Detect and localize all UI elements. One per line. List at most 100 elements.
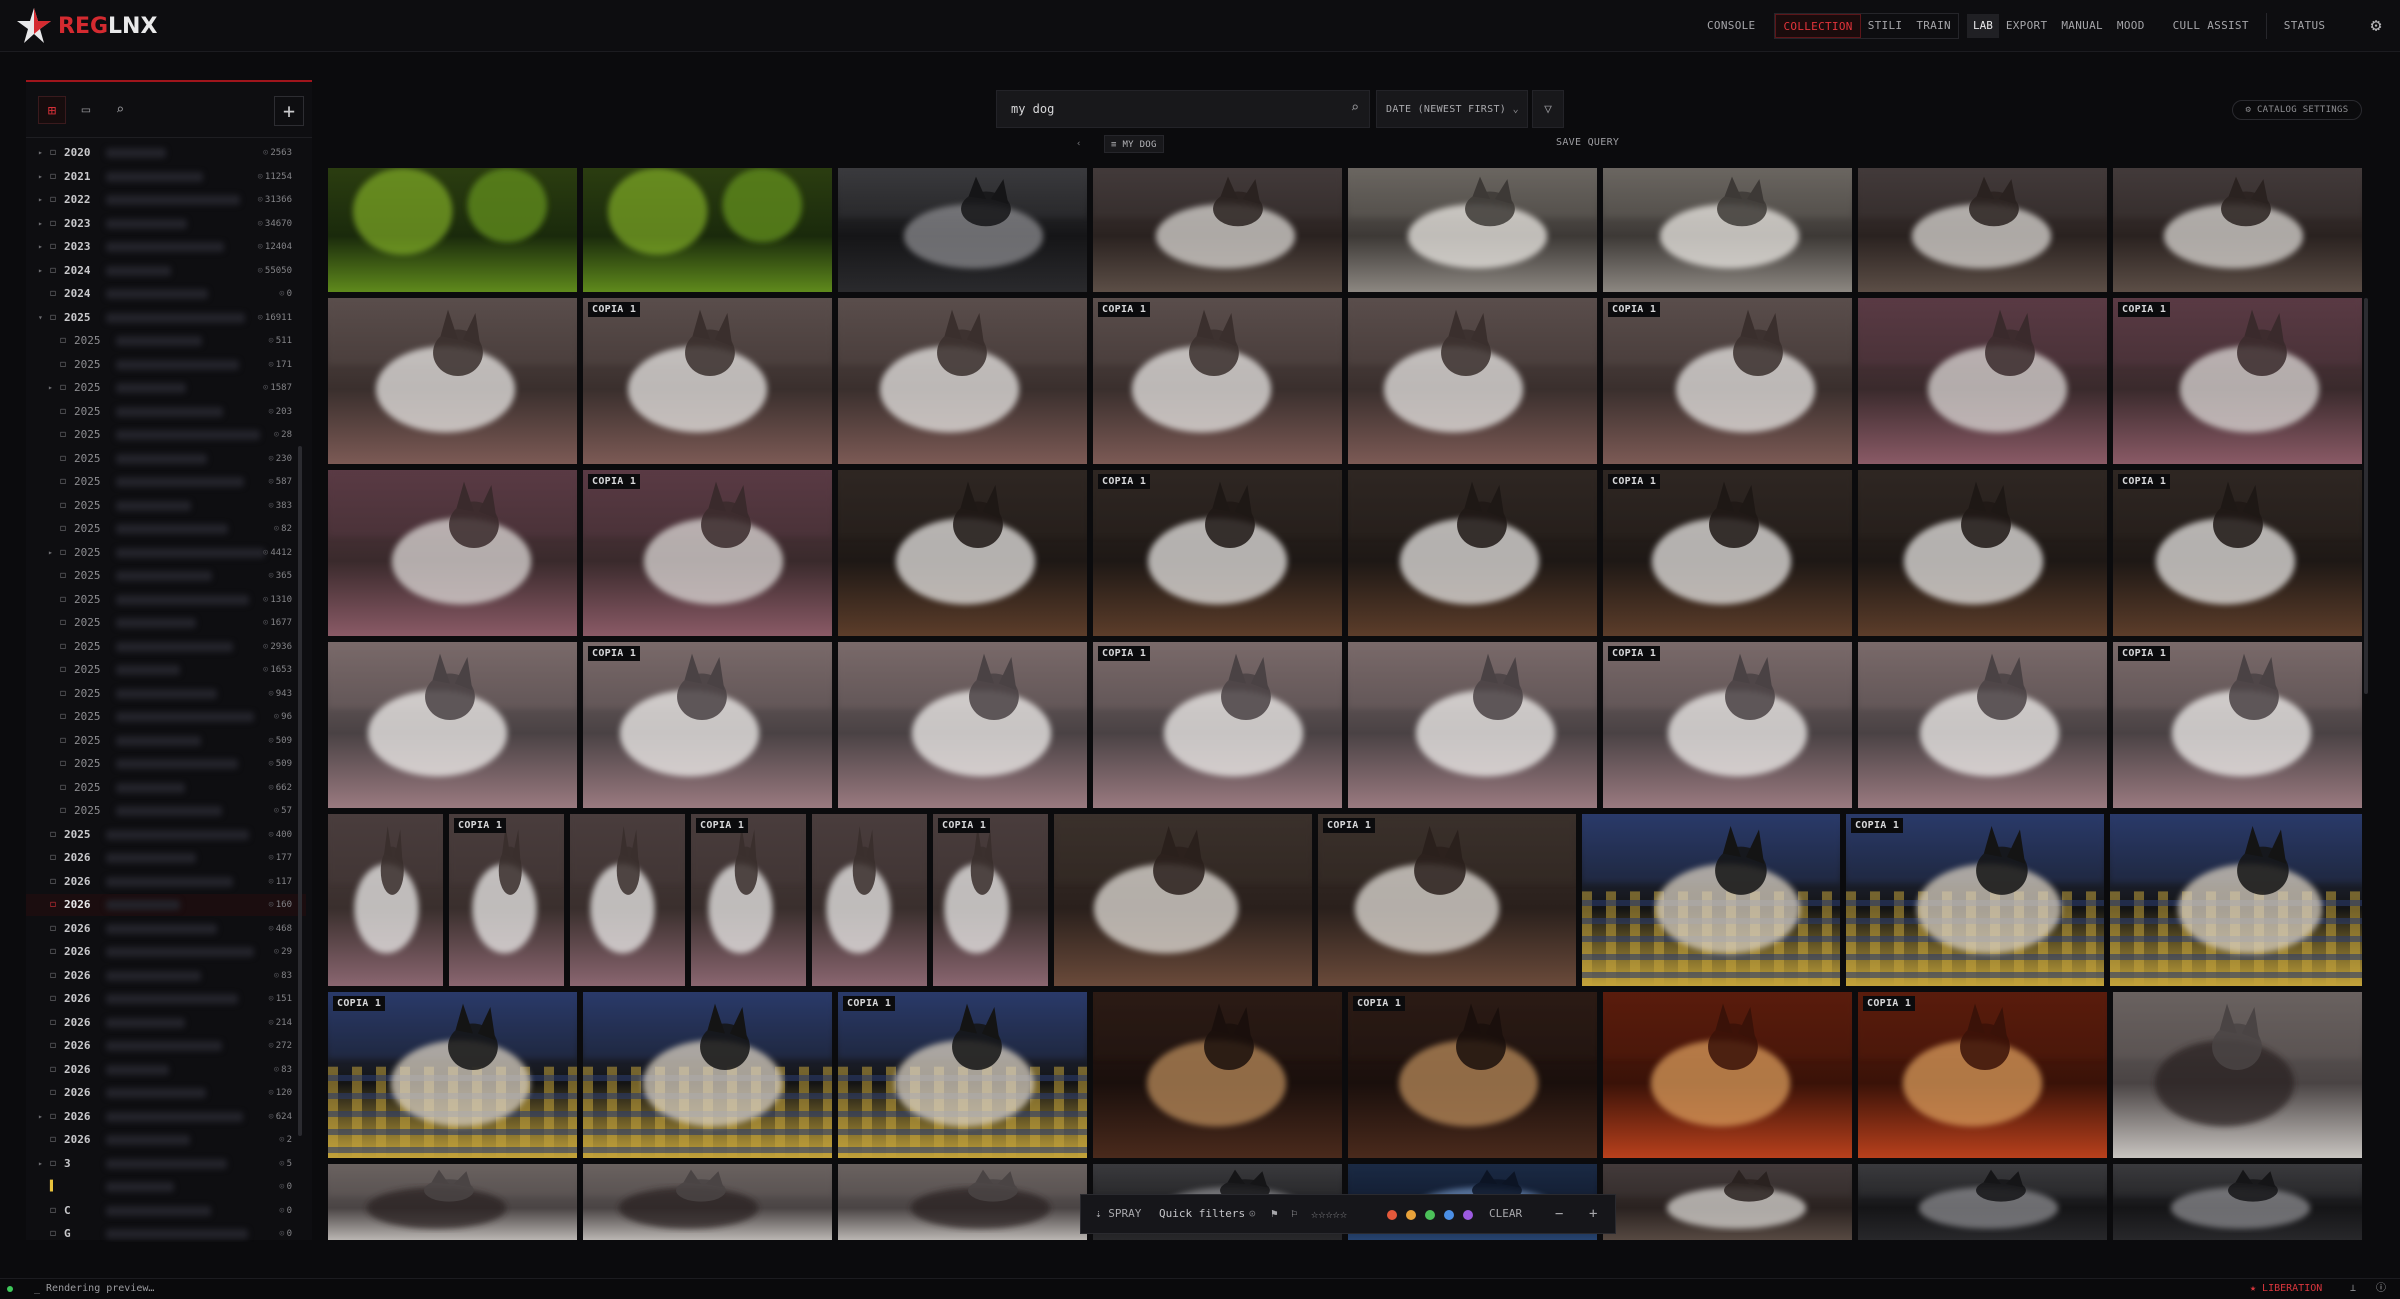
photo-thumbnail[interactable] (838, 168, 1087, 292)
photo-thumbnail[interactable]: COPIA 1 (583, 642, 832, 808)
nav-stili[interactable]: STILI (1861, 14, 1910, 38)
tree-item[interactable]: ◻ 2026 ⊙ 29 (26, 941, 306, 963)
tree-item[interactable]: ▸ ◻ 2025 ⊙ 4412 (26, 542, 306, 564)
tree-item[interactable]: ▸ ◻ 2025 ⊙ 1587 (26, 377, 306, 399)
tree-item[interactable]: ▸ ◻ 2021 ⊙ 11254 (26, 166, 306, 188)
photo-thumbnail[interactable] (328, 470, 577, 636)
tree-item[interactable]: ◻ 2025 ⊙ 383 (26, 495, 306, 517)
photo-thumbnail[interactable] (2113, 168, 2362, 292)
tree-item[interactable]: ◻ 2025 ⊙ 662 (26, 777, 306, 799)
photo-thumbnail[interactable] (328, 298, 577, 464)
photo-thumbnail[interactable] (583, 1164, 832, 1240)
tree-item[interactable]: ◻ 2025 ⊙ 171 (26, 354, 306, 376)
zoom-out-button[interactable]: − (1555, 1195, 1563, 1233)
tree-item[interactable]: ◻ 2025 ⊙ 509 (26, 753, 306, 775)
nav-manual[interactable]: MANUAL (2054, 14, 2110, 38)
tree-item[interactable]: ◻ 2025 ⊙ 82 (26, 518, 306, 540)
color-label-blue[interactable] (1444, 1210, 1454, 1220)
photo-thumbnail[interactable] (2113, 992, 2362, 1158)
nav-console[interactable]: CONSOLE (1700, 14, 1762, 38)
tree-item[interactable]: ◻ 2025 ⊙ 511 (26, 330, 306, 352)
tree-item[interactable]: ◻ 2026 ⊙ 151 (26, 988, 306, 1010)
photo-thumbnail[interactable] (1348, 470, 1597, 636)
chevron-right-icon[interactable]: ▸ (38, 260, 48, 282)
chevron-right-icon[interactable]: ▸ (38, 1153, 48, 1175)
photo-thumbnail[interactable] (1603, 168, 1852, 292)
photo-thumbnail[interactable]: COPIA 1 (583, 298, 832, 464)
tree-item[interactable]: ▸ ◻ 2023 ⊙ 34670 (26, 213, 306, 235)
photo-thumbnail[interactable]: COPIA 1 (1858, 992, 2107, 1158)
photo-thumbnail[interactable]: COPIA 1 (1093, 470, 1342, 636)
nav-collection[interactable]: COLLECTION (1775, 14, 1861, 38)
flag-icon[interactable]: ⚑ (1271, 1195, 1278, 1233)
tree-item[interactable]: ◻ 2026 ⊙ 83 (26, 965, 306, 987)
save-query-button[interactable]: SAVE QUERY (1556, 137, 1619, 148)
nav-train[interactable]: TRAIN (1909, 14, 1958, 38)
catalog-settings-button[interactable]: ⚙ CATALOG SETTINGS (2232, 100, 2362, 120)
photo-thumbnail[interactable] (1093, 168, 1342, 292)
nav-lab[interactable]: LAB (1966, 14, 1999, 38)
photo-thumbnail[interactable] (328, 1164, 577, 1240)
tree-item[interactable]: ◻ 2026 ⊙ 117 (26, 871, 306, 893)
photo-thumbnail[interactable] (838, 298, 1087, 464)
tree-item[interactable]: ▸ ◻ 2020 ⊙ 2563 (26, 142, 306, 164)
photo-thumbnail[interactable] (328, 814, 443, 986)
tree-item[interactable]: ▸ ◻ 2023 ⊙ 12404 (26, 236, 306, 258)
photo-thumbnail[interactable]: COPIA 1 (1846, 814, 2104, 986)
photo-thumbnail[interactable]: COPIA 1 (328, 992, 577, 1158)
tree-item[interactable]: ◻ 2025 ⊙ 943 (26, 683, 306, 705)
spray-button[interactable]: ⇣ SPRAY (1095, 1195, 1141, 1233)
photo-thumbnail[interactable] (583, 992, 832, 1158)
tree-item[interactable]: ◻ 2026 ⊙ 272 (26, 1035, 306, 1057)
search-icon[interactable]: ⌕ (1351, 100, 1359, 116)
tree-item[interactable]: ◻ 2025 ⊙ 509 (26, 730, 306, 752)
photo-thumbnail[interactable] (2110, 814, 2362, 986)
nav-export[interactable]: EXPORT (1999, 14, 2055, 38)
gear-icon[interactable]: ⚙ (2364, 14, 2388, 38)
tree-item[interactable]: ◻ 2026 ⊙ 2 (26, 1129, 306, 1151)
photo-thumbnail[interactable] (838, 642, 1087, 808)
photo-thumbnail[interactable] (838, 470, 1087, 636)
chevron-right-icon[interactable]: ▸ (38, 189, 48, 211)
tree-item[interactable]: ◻ 2026 ⊙ 177 (26, 847, 306, 869)
chevron-right-icon[interactable]: ▸ (38, 236, 48, 258)
chevron-right-icon[interactable]: ▸ (48, 377, 58, 399)
photo-thumbnail[interactable] (1858, 1164, 2107, 1240)
nav-status[interactable]: STATUS (2277, 14, 2333, 38)
photo-thumbnail[interactable]: COPIA 1 (838, 992, 1087, 1158)
chevron-right-icon[interactable]: ▸ (38, 142, 48, 164)
color-label-green[interactable] (1425, 1210, 1435, 1220)
chevron-right-icon[interactable]: ▸ (38, 166, 48, 188)
tree-item[interactable]: ◻ 2025 ⊙ 28 (26, 424, 306, 446)
tree-item[interactable]: ◻ 2025 ⊙ 57 (26, 800, 306, 822)
tree-item[interactable]: ◻ 2026 ⊙ 83 (26, 1059, 306, 1081)
photo-thumbnail[interactable]: COPIA 1 (1603, 298, 1852, 464)
photo-thumbnail[interactable]: COPIA 1 (1318, 814, 1576, 986)
info-icon[interactable]: ⊙ (1249, 1195, 1256, 1233)
tree-item[interactable]: ▾ ◻ 2025 ⊙ 16911 (26, 307, 306, 329)
tree-item[interactable]: ◻ 2025 ⊙ 96 (26, 706, 306, 728)
photo-thumbnail[interactable]: COPIA 1 (1093, 298, 1342, 464)
query-chip[interactable]: ≡ MY DOG (1104, 135, 1164, 153)
photo-thumbnail[interactable]: COPIA 1 (2113, 642, 2362, 808)
tree-item[interactable]: ◻ 2025 ⊙ 230 (26, 448, 306, 470)
grid-scrollbar[interactable] (2364, 298, 2368, 694)
back-arrow-icon[interactable]: ‹ (1076, 135, 1081, 153)
logo[interactable]: REGLNX (16, 6, 157, 46)
search-input[interactable] (1011, 99, 1331, 119)
tree-item[interactable]: ◻ 2025 ⊙ 2936 (26, 636, 306, 658)
tree-item[interactable]: ▸ ◻ 2022 ⊙ 31366 (26, 189, 306, 211)
add-folder-button[interactable]: + (274, 96, 304, 126)
tree-item[interactable]: ▌ ⊙ 0 (26, 1176, 306, 1198)
photo-thumbnail[interactable]: COPIA 1 (449, 814, 564, 986)
tree-item[interactable]: ◻ C ⊙ 0 (26, 1200, 306, 1222)
tree-item[interactable]: ◻ 2026 ⊙ 468 (26, 918, 306, 940)
photo-thumbnail[interactable] (583, 168, 832, 292)
tree-item[interactable]: ◻ 2026 ⊙ 120 (26, 1082, 306, 1104)
info-icon[interactable]: ⓘ (2376, 1279, 2386, 1299)
zoom-in-button[interactable]: + (1589, 1195, 1597, 1233)
unflag-icon[interactable]: ⚐ (1291, 1195, 1298, 1233)
search-icon[interactable]: ⌕ (106, 96, 134, 124)
photo-thumbnail[interactable] (570, 814, 685, 986)
tree-item[interactable]: ◻ 2025 ⊙ 1310 (26, 589, 306, 611)
